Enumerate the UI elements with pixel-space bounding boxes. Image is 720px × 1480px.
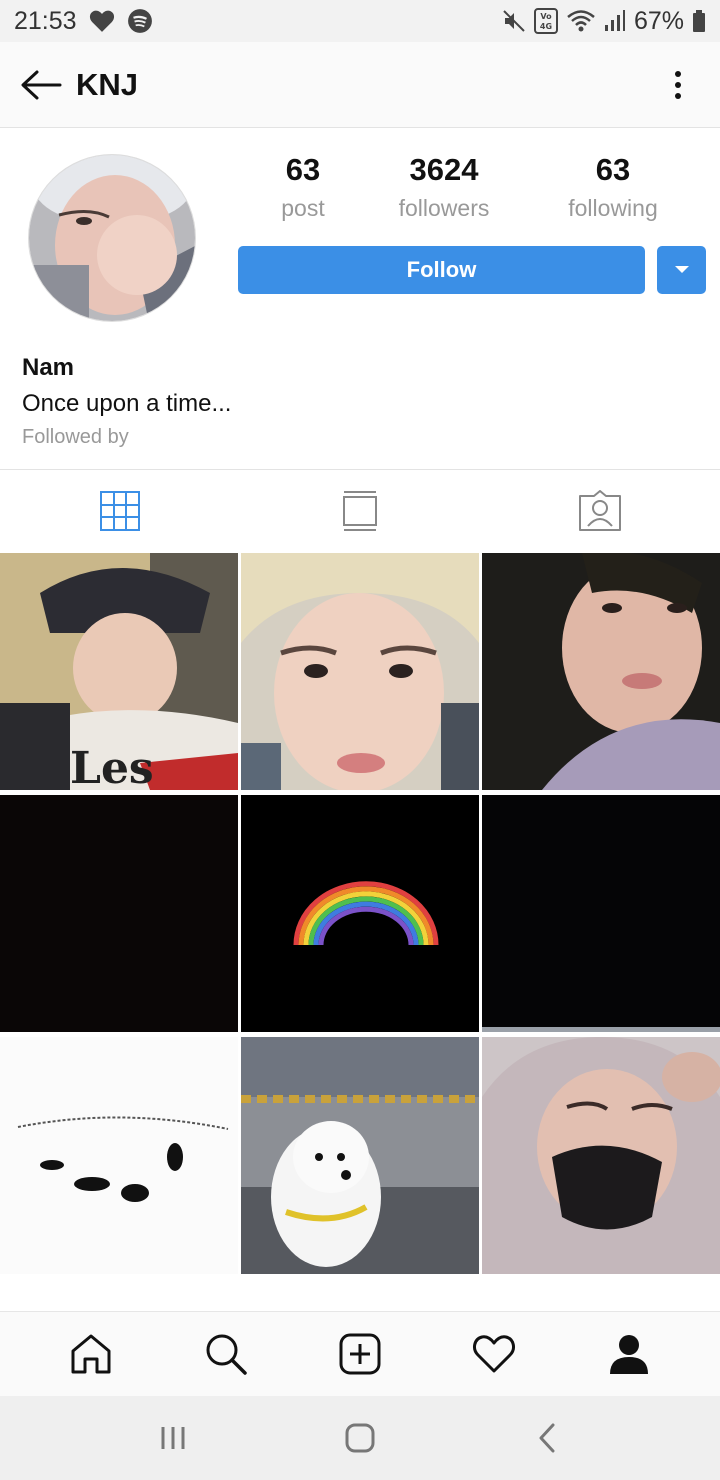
profile-stats: 63 post 3624 followers 63 following	[240, 150, 700, 240]
recents-button[interactable]	[138, 1403, 208, 1473]
back-icon	[539, 1423, 555, 1453]
system-back-button[interactable]	[512, 1403, 582, 1473]
stat-posts-value: 63	[285, 152, 321, 187]
post-grid: Les	[0, 553, 720, 1275]
post-thumbnail[interactable]: Les	[0, 553, 238, 790]
signal-icon	[604, 9, 626, 33]
home-button-icon	[345, 1423, 375, 1453]
nav-home[interactable]	[55, 1318, 127, 1390]
status-left: 21:53	[14, 7, 153, 36]
stat-followers[interactable]: 3624 followers	[369, 150, 519, 226]
tab-tagged[interactable]	[480, 470, 720, 552]
wifi-icon	[566, 9, 596, 33]
stat-posts[interactable]: 63 post	[228, 150, 378, 226]
profile-section: 63 post 3624 followers 63 following Foll…	[0, 128, 720, 470]
svg-text:Les: Les	[70, 743, 154, 790]
system-navigation	[0, 1396, 720, 1480]
app-header: KNJ	[0, 42, 720, 128]
mute-icon	[502, 9, 526, 33]
more-vertical-icon	[675, 70, 681, 99]
stat-followers-label: followers	[398, 195, 490, 221]
post-thumbnail[interactable]	[241, 795, 479, 1032]
post-thumbnail[interactable]	[482, 553, 720, 790]
system-home-button[interactable]	[325, 1403, 395, 1473]
back-button[interactable]	[0, 42, 82, 128]
spotify-icon	[127, 8, 153, 34]
search-icon	[206, 1334, 247, 1375]
tagged-icon	[579, 490, 621, 531]
nav-activity[interactable]	[458, 1318, 530, 1390]
status-right: Vo 4G 67%	[502, 7, 706, 36]
nav-search[interactable]	[190, 1318, 262, 1390]
post-thumbnail[interactable]	[241, 553, 479, 790]
chevron-down-icon	[674, 266, 689, 273]
nav-profile[interactable]	[593, 1318, 665, 1390]
stat-posts-label: post	[281, 195, 325, 221]
post-thumbnail[interactable]	[482, 795, 720, 1032]
home-icon	[71, 1334, 111, 1374]
more-options-button[interactable]	[648, 42, 708, 128]
followed-by[interactable]: Followed by	[22, 426, 129, 449]
status-time: 21:53	[14, 6, 77, 35]
nav-add-post[interactable]	[324, 1318, 396, 1390]
post-thumbnail[interactable]	[241, 1037, 479, 1274]
tab-feed[interactable]	[240, 470, 480, 552]
bottom-navigation	[0, 1311, 720, 1396]
svg-text:4G: 4G	[540, 22, 552, 31]
add-post-icon	[339, 1333, 381, 1375]
post-thumbnail[interactable]	[482, 1037, 720, 1274]
heart-icon	[89, 9, 115, 33]
tab-grid[interactable]	[0, 470, 240, 552]
follow-button[interactable]: Follow	[238, 246, 645, 294]
volte-icon: Vo 4G	[533, 8, 558, 34]
profile-tabs	[0, 470, 720, 552]
post-thumbnail[interactable]	[0, 1037, 238, 1274]
profile-name: Nam	[22, 354, 75, 381]
stat-following-label: following	[568, 195, 658, 221]
stat-followers-value: 3624	[409, 152, 479, 187]
profile-icon	[609, 1335, 648, 1374]
status-bar: 21:53 Vo 4G 67%	[0, 0, 720, 42]
battery-percent: 67%	[633, 6, 684, 35]
suggestions-dropdown-button[interactable]	[657, 246, 706, 294]
profile-bio: Once upon a time...	[22, 390, 232, 417]
post-thumbnail[interactable]	[0, 795, 238, 1032]
battery-icon	[692, 9, 706, 33]
stat-following-value: 63	[595, 152, 631, 187]
feed-icon	[343, 491, 377, 531]
recents-icon	[161, 1427, 185, 1449]
avatar[interactable]	[28, 154, 196, 322]
stat-following[interactable]: 63 following	[538, 150, 688, 226]
activity-heart-icon	[473, 1335, 516, 1373]
arrow-left-icon	[21, 70, 62, 99]
grid-icon	[100, 491, 140, 531]
page-title: KNJ	[76, 66, 139, 102]
svg-text:Vo: Vo	[540, 12, 552, 21]
